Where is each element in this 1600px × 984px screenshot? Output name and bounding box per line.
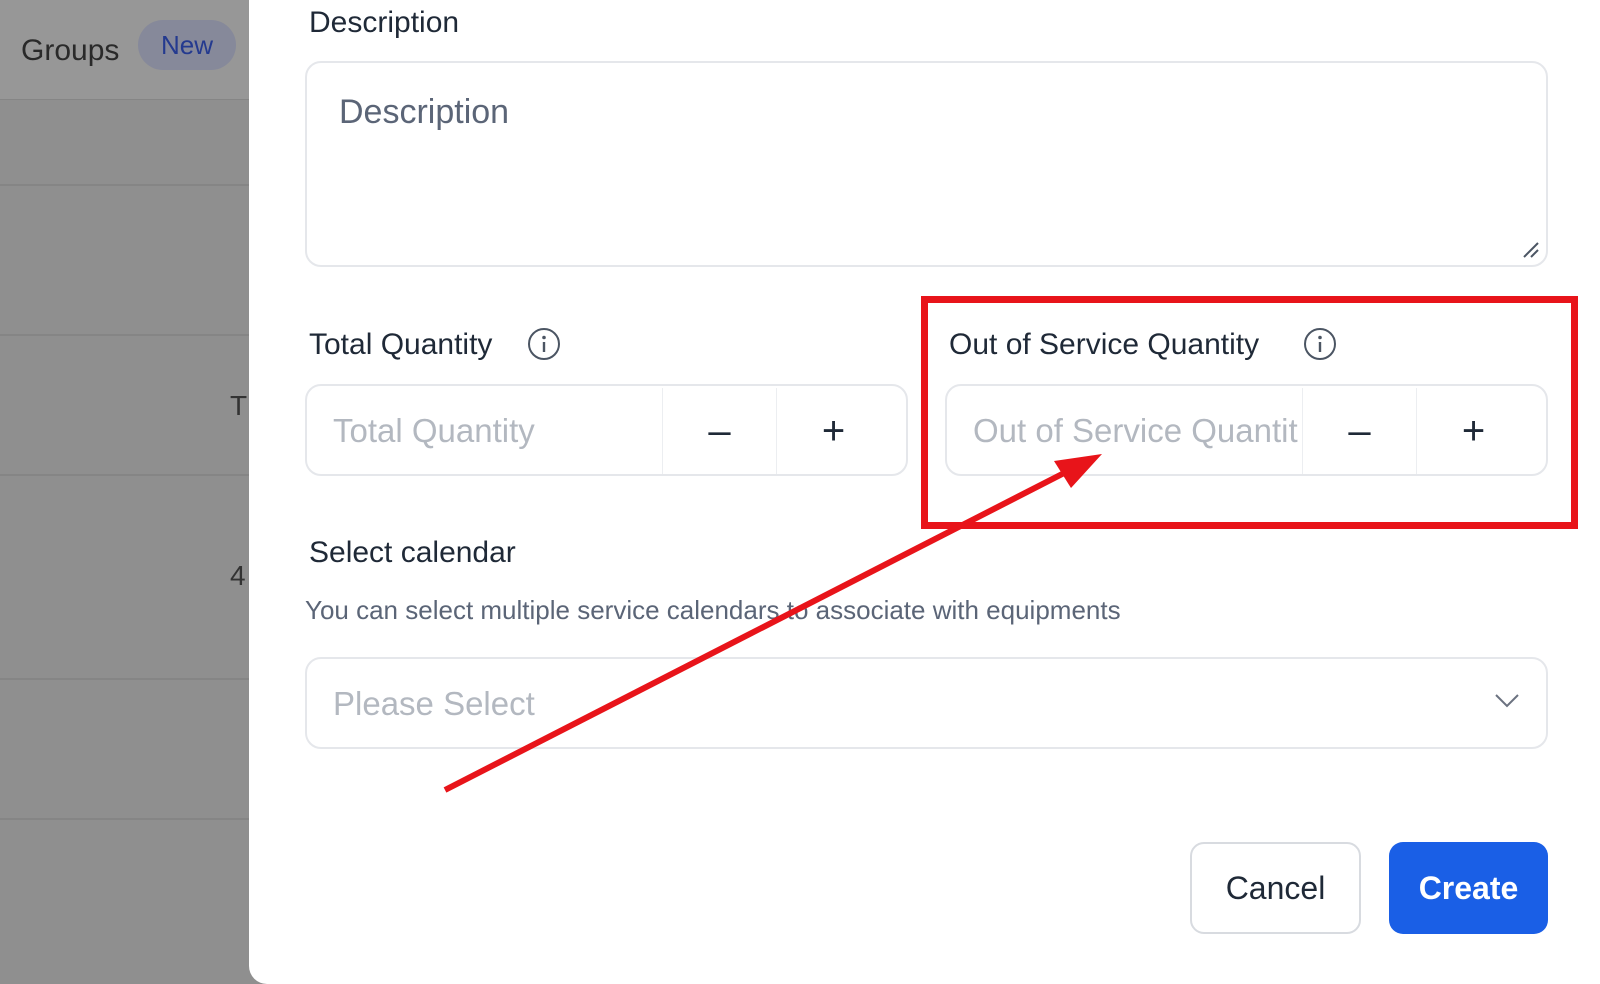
background-divider [0,818,260,820]
resize-handle-icon[interactable] [1520,239,1540,259]
chevron-down-icon [1495,694,1519,708]
background-text-fragment: 4 [230,560,246,591]
total-quantity-placeholder: Total Quantity [333,412,535,449]
background-divider [0,678,260,680]
background-text-fragment: T [230,390,248,421]
background-header: Groups New [0,0,260,100]
background-divider [0,184,260,186]
new-badge: New [138,20,236,70]
total-quantity-decrement-button[interactable]: – [662,388,776,474]
description-placeholder: Description [339,93,510,131]
total-quantity-label: Total Quantity [309,328,493,361]
background-title: Groups [21,34,120,67]
select-calendar-helper: You can select multiple service calendar… [305,595,1121,625]
background-divider [0,474,260,476]
background-page: Groups New T 4 [0,0,260,984]
create-button[interactable]: Create [1389,842,1548,934]
total-quantity-stepper[interactable]: Total Quantity – + [305,384,908,476]
annotation-highlight-box [921,296,1578,529]
info-icon[interactable] [527,327,561,361]
calendar-select[interactable]: Please Select [305,657,1548,749]
description-textarea[interactable]: Description [305,61,1548,267]
description-label: Description [309,6,460,39]
select-calendar-label: Select calendar [309,536,516,569]
background-divider [0,334,260,336]
total-quantity-increment-button[interactable]: + [776,388,890,474]
cancel-button[interactable]: Cancel [1190,842,1361,934]
calendar-select-placeholder: Please Select [333,685,535,722]
